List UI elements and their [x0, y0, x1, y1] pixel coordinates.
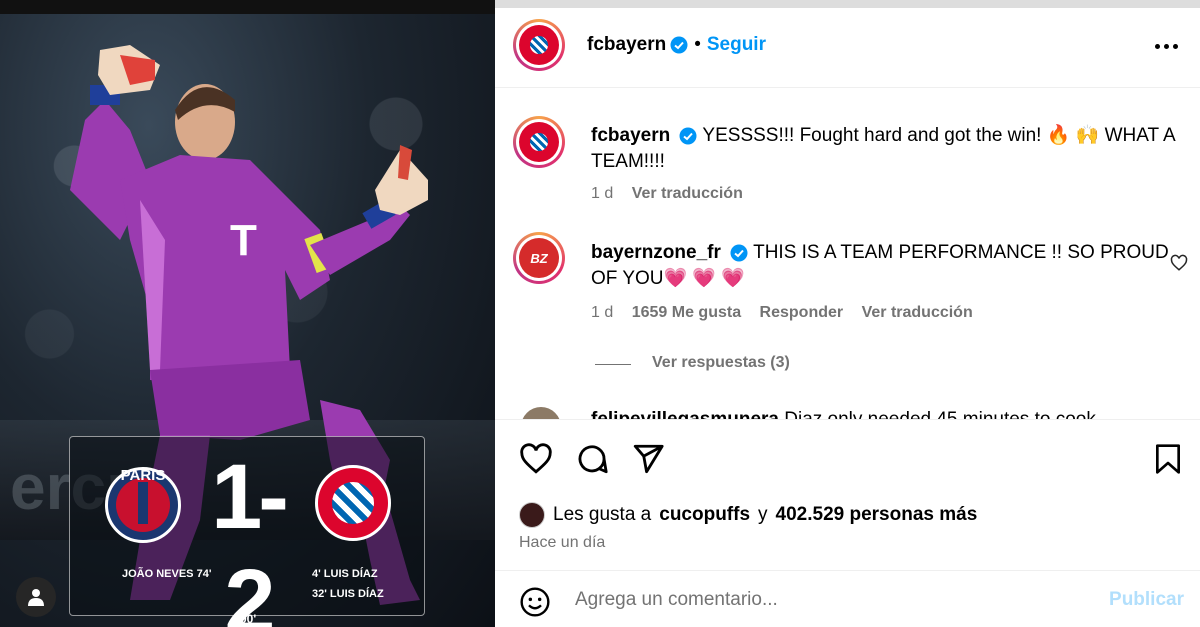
add-comment-bar: Agrega un comentario... Publicar	[495, 570, 1200, 627]
verified-badge-icon	[679, 127, 697, 145]
home-scorer: JOÃO NEVES 74'	[122, 568, 212, 580]
follow-button[interactable]: Seguir	[707, 34, 766, 56]
top-strip	[0, 0, 495, 14]
emoji-smiley-icon[interactable]	[519, 586, 551, 618]
verified-badge-icon	[730, 244, 748, 262]
comment-likes-count[interactable]: 1659 Me gusta	[632, 304, 741, 321]
match-score: 1-2	[211, 446, 289, 627]
view-replies-button[interactable]: Ver respuestas (3)	[652, 354, 790, 372]
top-strip	[495, 0, 1200, 8]
comments-list[interactable]: fcbayern YESSSS!!! Fought hard and got t…	[495, 89, 1200, 419]
psg-crest-icon: PARIS	[105, 467, 181, 543]
replies-divider	[595, 364, 631, 365]
caption-age: 1 d	[591, 185, 614, 202]
comment-age: 1 d	[591, 304, 614, 321]
commenter-avatar[interactable]: BZ	[513, 232, 565, 284]
caption-username[interactable]: fcbayern	[591, 125, 670, 146]
verified-badge-icon	[670, 36, 688, 54]
more-options-icon[interactable]	[1155, 44, 1178, 49]
caption-author-avatar[interactable]	[513, 116, 565, 168]
match-minute: 90'	[240, 612, 257, 626]
post-media[interactable]: ercr T PARIS 1-2 JOÃO NEVE	[0, 0, 495, 627]
reply-button[interactable]: Responder	[760, 304, 844, 321]
separator-dot: •	[694, 34, 701, 55]
publish-button[interactable]: Publicar	[1109, 589, 1184, 611]
post-timestamp[interactable]: Hace un día	[519, 534, 605, 552]
likes-prefix: Les gusta a	[553, 504, 652, 525]
like-heart-icon[interactable]	[519, 442, 553, 476]
comment-text: Diaz only needed 45 minutes to cook	[784, 409, 1096, 419]
comment-input[interactable]: Agrega un comentario...	[575, 589, 778, 611]
share-paper-plane-icon[interactable]	[631, 442, 665, 476]
post-header: fcbayern • Seguir	[495, 8, 1200, 88]
liker-username[interactable]: cucopuffs	[659, 504, 750, 526]
comment-username[interactable]: felipevillegasmunera	[591, 409, 779, 419]
comment-bubble-icon[interactable]	[575, 442, 609, 476]
comment-body: felipevillegasmunera Diaz only needed 45…	[591, 407, 1191, 419]
author-avatar[interactable]	[513, 19, 565, 71]
commenter-avatar[interactable]	[521, 407, 561, 419]
away-scorer: 32' LUIS DÍAZ	[312, 588, 384, 600]
like-comment-heart-icon[interactable]	[1170, 254, 1188, 272]
likes-summary: Les gusta a cucopuffs y 402.529 personas…	[519, 502, 977, 528]
caption-body: fcbayern YESSSS!!! Fought hard and got t…	[591, 123, 1186, 175]
likes-others-count[interactable]: 402.529 personas más	[776, 504, 978, 526]
caption-translate-link[interactable]: Ver traducción	[632, 185, 743, 202]
likes-connector: y	[758, 504, 768, 525]
comment-body: bayernzone_fr THIS IS A TEAM PERFORMANCE…	[591, 240, 1171, 292]
post-actions: Les gusta a cucopuffs y 402.529 personas…	[495, 419, 1200, 627]
save-bookmark-icon[interactable]	[1152, 442, 1184, 476]
comment-translate-link[interactable]: Ver traducción	[862, 304, 973, 321]
liker-avatar[interactable]	[519, 502, 545, 528]
away-scorer: 4' LUIS DÍAZ	[312, 568, 378, 580]
tagged-users-button[interactable]	[16, 577, 56, 617]
comment-username[interactable]: bayernzone_fr	[591, 242, 721, 263]
svg-text:T: T	[230, 216, 257, 265]
caption-meta: 1 d Ver traducción	[591, 185, 743, 203]
author-username[interactable]: fcbayern	[587, 34, 666, 56]
post-sidebar: fcbayern • Seguir fcbayern YESSSS!!! Fou…	[495, 0, 1200, 627]
bayern-crest-icon	[315, 465, 391, 541]
comment-meta: 1 d 1659 Me gusta Responder Ver traducci…	[591, 304, 973, 322]
person-icon	[28, 589, 44, 606]
